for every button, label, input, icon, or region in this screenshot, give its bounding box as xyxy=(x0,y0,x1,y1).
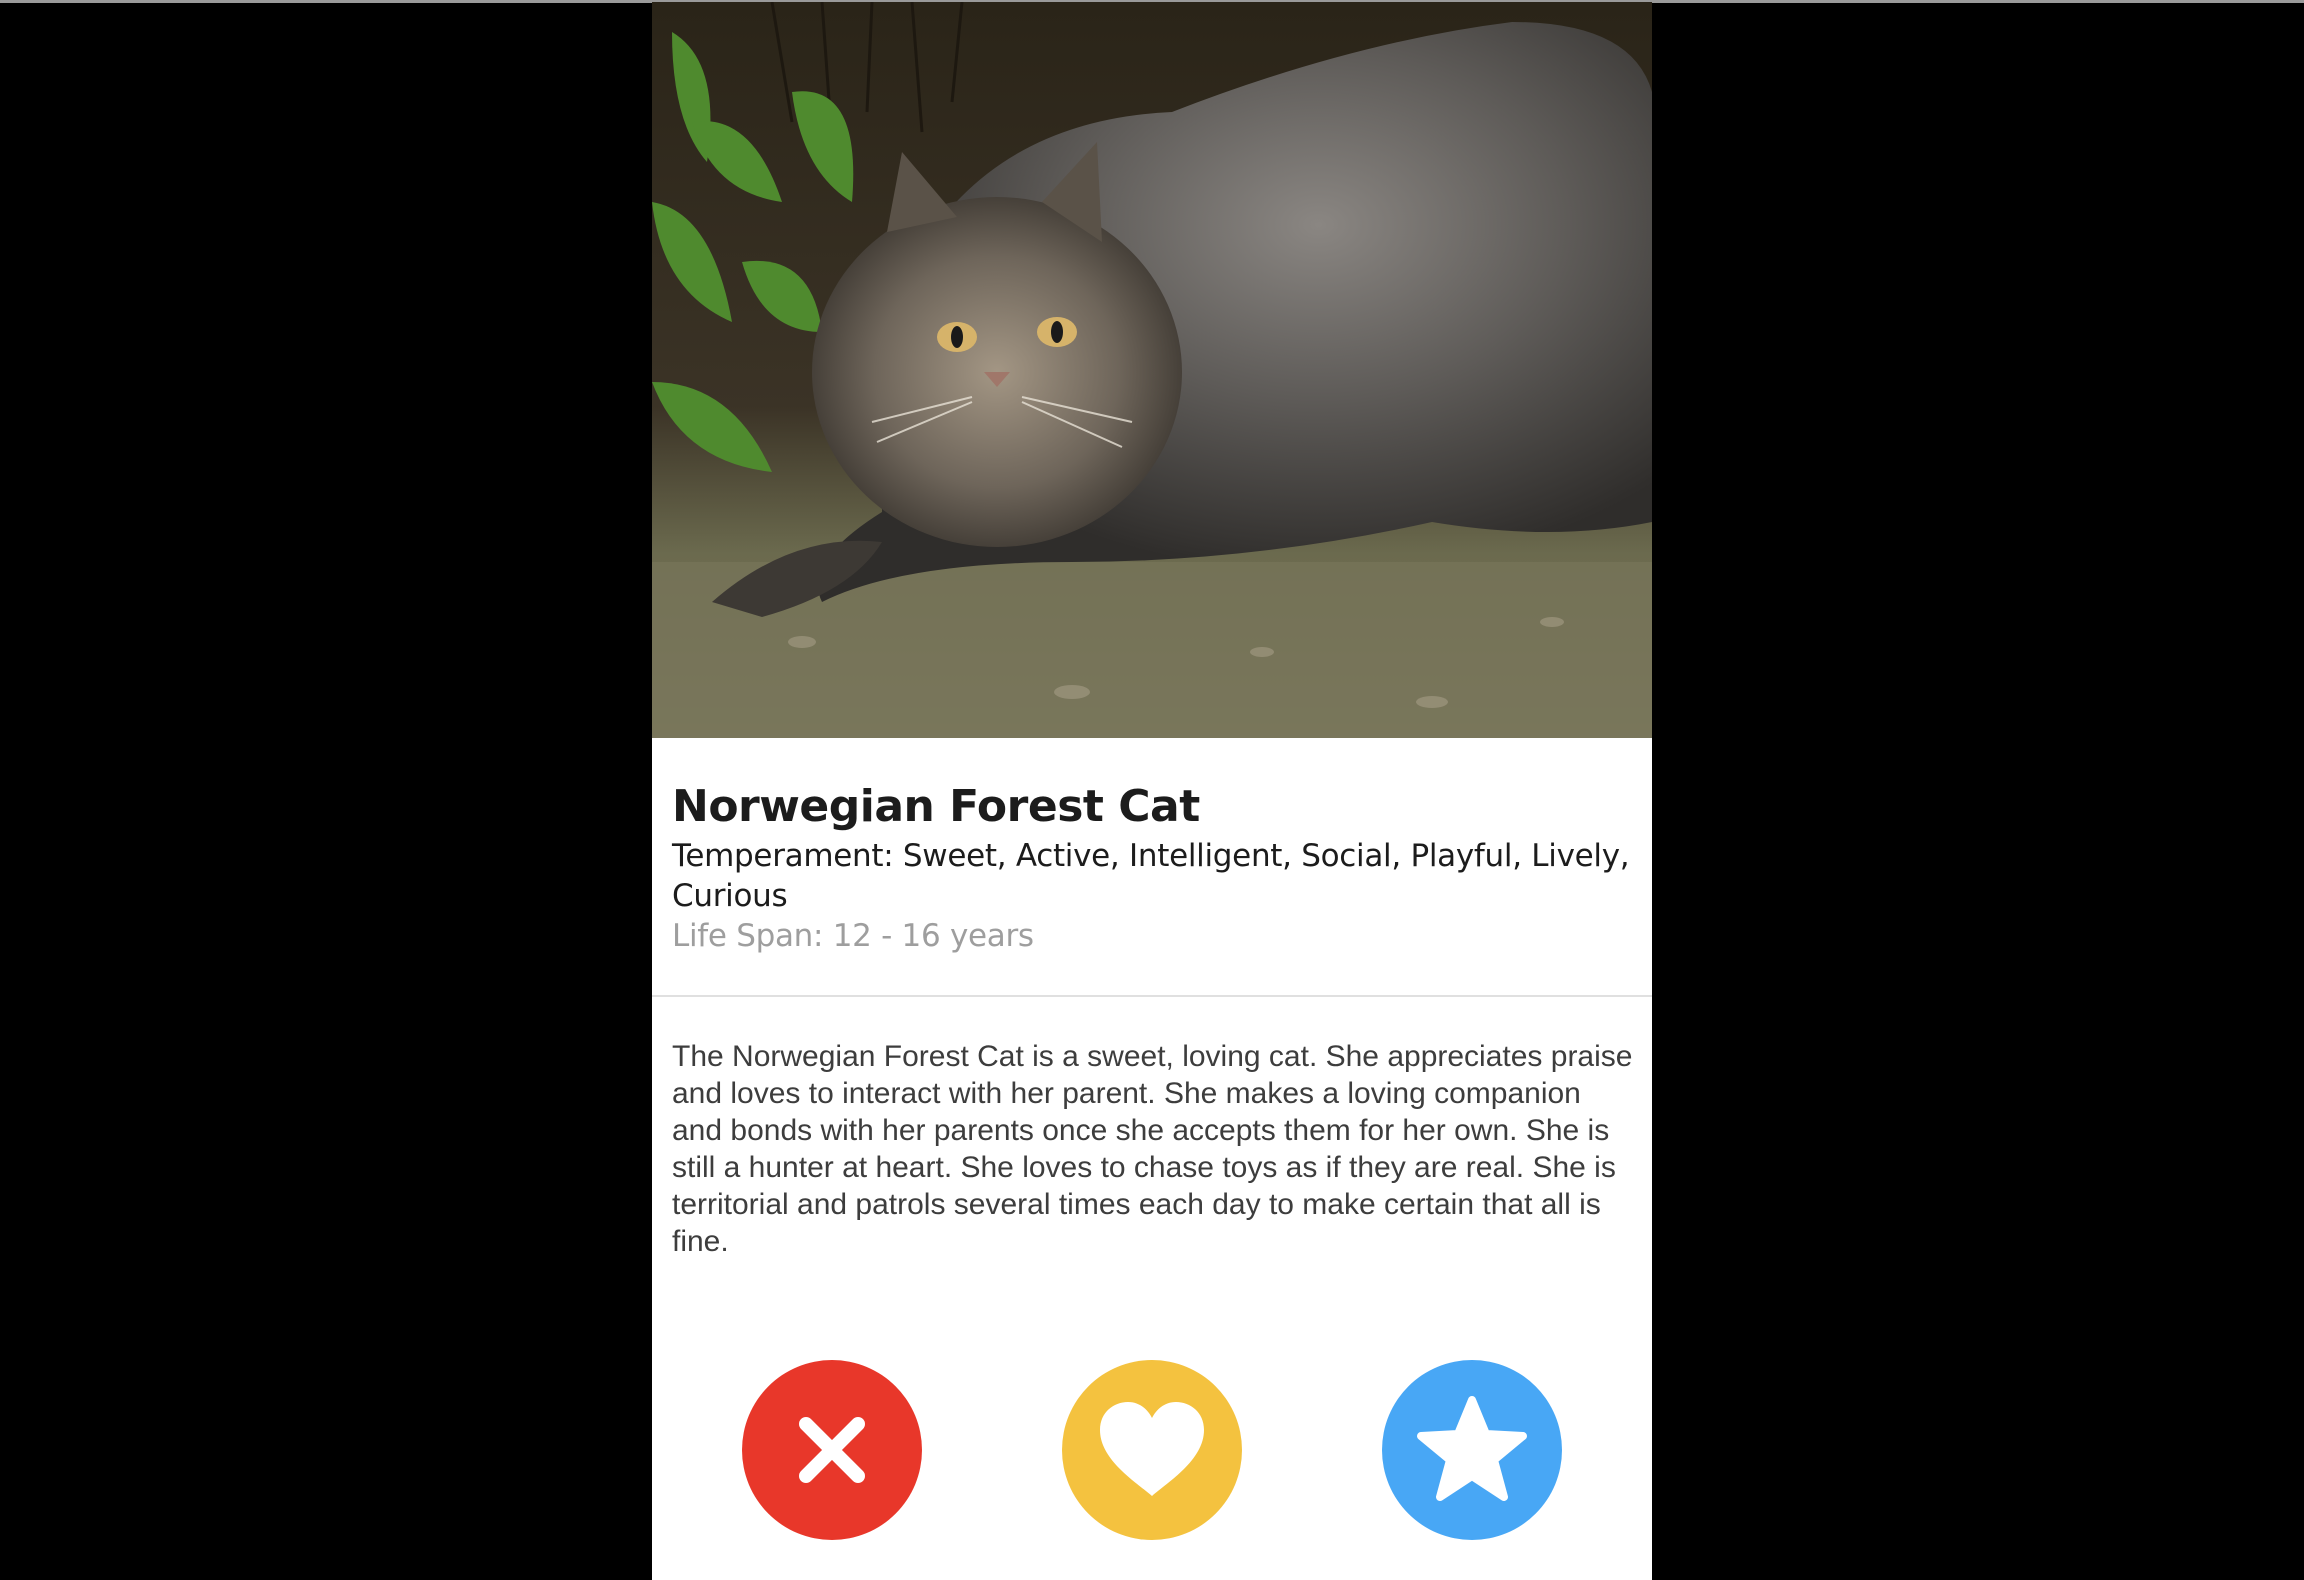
star-icon xyxy=(1417,1396,1527,1501)
heart-icon xyxy=(1100,1402,1204,1496)
breed-life-span: Life Span: 12 - 16 years xyxy=(672,918,1034,954)
like-button[interactable] xyxy=(1062,1360,1242,1540)
breed-temperament: Temperament: Sweet, Active, Intelligent,… xyxy=(672,838,1630,914)
divider xyxy=(652,995,1652,997)
cat-photo xyxy=(652,2,1652,738)
breed-description: The Norwegian Forest Cat is a sweet, lov… xyxy=(672,1040,1633,1258)
breed-card: Norwegian Forest Cat Temperament: Sweet,… xyxy=(652,2,1652,1580)
close-icon xyxy=(799,1417,865,1483)
breed-info: Norwegian Forest Cat Temperament: Sweet,… xyxy=(672,778,1632,956)
breed-name: Norwegian Forest Cat xyxy=(672,781,1200,832)
nope-button[interactable] xyxy=(742,1360,922,1540)
superlike-button[interactable] xyxy=(1382,1360,1562,1540)
